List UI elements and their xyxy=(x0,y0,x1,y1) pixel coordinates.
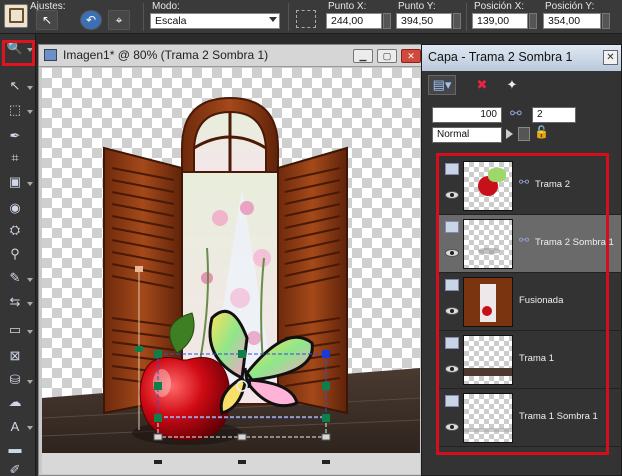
rectangle-tool-icon[interactable]: ▬ xyxy=(4,438,26,458)
selection-icon[interactable]: ⬚ xyxy=(4,100,26,120)
punto-y-label: Punto Y: xyxy=(398,1,436,12)
layers-panel-title[interactable]: Capa - Trama 2 Sombra 1 xyxy=(422,45,621,71)
tool-flyout-arrow-icon[interactable] xyxy=(27,86,33,90)
tool-flyout-arrow-icon[interactable] xyxy=(27,302,33,306)
minimize-button[interactable]: ▁ xyxy=(353,49,373,63)
posicion-y-input[interactable]: 354,00 xyxy=(543,13,601,29)
apple xyxy=(139,356,231,441)
close-button[interactable]: ✕ xyxy=(401,49,421,63)
posicion-x-spinner[interactable] xyxy=(529,13,537,29)
pen-tool-icon[interactable]: ✐ xyxy=(4,460,26,476)
straighten-icon[interactable]: ▣ xyxy=(4,172,26,192)
crop-icon[interactable]: ⌗ xyxy=(4,148,26,168)
flood-fill-icon[interactable]: ⛁ xyxy=(4,370,26,390)
posicion-y-label: Posición Y: xyxy=(545,1,595,12)
reset-icon[interactable]: ↶ xyxy=(80,10,102,30)
active-tool-highlight xyxy=(2,40,35,66)
link-set-icon: ⚯ xyxy=(510,105,522,121)
text-tool-icon[interactable]: A xyxy=(4,416,26,436)
artwork-scene xyxy=(42,96,420,474)
presets-icon[interactable] xyxy=(4,4,28,28)
lighten-darken-icon[interactable]: ⇆ xyxy=(4,292,26,312)
image-canvas[interactable] xyxy=(42,68,420,474)
blend-arrow-icon[interactable] xyxy=(506,129,513,139)
delete-layer-icon[interactable]: ✖ xyxy=(472,75,492,95)
background-eraser-icon[interactable]: ⊠ xyxy=(4,346,26,366)
posicion-x-input[interactable]: 139,00 xyxy=(472,13,528,29)
smudge-icon[interactable]: ☁ xyxy=(4,392,26,412)
lock-transparency-icon[interactable] xyxy=(518,127,530,141)
red-eye-icon[interactable]: ◉ xyxy=(4,198,26,218)
presets-dropdown-button[interactable]: ↖ xyxy=(36,10,58,30)
layers-highlight-box xyxy=(436,153,609,455)
layer-properties-icon[interactable]: ✦ xyxy=(502,75,522,95)
image-window: Imagen1* @ 80% (Trama 2 Sombra 1) ▁ ▢ ✕ xyxy=(38,44,422,476)
pick-tool-icon[interactable]: ↖ xyxy=(4,76,26,96)
paint-brush-icon[interactable]: ✎ xyxy=(4,268,26,288)
blend-mode-select[interactable]: Normal xyxy=(432,127,502,143)
close-icon[interactable]: ✕ xyxy=(603,50,618,65)
tool-flyout-arrow-icon[interactable] xyxy=(27,330,33,334)
punto-x-input[interactable]: 244,00 xyxy=(326,13,382,29)
tool-flyout-arrow-icon[interactable] xyxy=(27,426,33,430)
lock-icon[interactable]: 🔓 xyxy=(534,125,549,139)
modo-label: Modo: xyxy=(152,1,180,12)
eraser-icon[interactable]: ▭ xyxy=(4,320,26,340)
punto-y-spinner[interactable] xyxy=(453,13,461,29)
punto-y-input[interactable]: 394,50 xyxy=(396,13,452,29)
tools-palette: 🔍 ↖ ⬚ ✒ ⌗ ▣ ◉ ⛭ ⚲ ✎ ⇆ ▭ ⊠ ⛁ ☁ A ▬ ✐ xyxy=(0,34,36,476)
tool-flyout-arrow-icon[interactable] xyxy=(27,278,33,282)
punto-x-label: Punto X: xyxy=(328,1,367,12)
floor-strip xyxy=(42,453,420,474)
dropper-icon[interactable]: ✒ xyxy=(4,126,26,146)
maximize-button[interactable]: ▢ xyxy=(377,49,397,63)
image-icon xyxy=(44,49,57,61)
posicion-x-label: Posición X: xyxy=(474,1,525,12)
matrix-icon[interactable] xyxy=(296,10,316,28)
modo-select-value: Escala xyxy=(155,15,187,27)
blend-mode-value: Normal xyxy=(437,129,470,140)
edit-presets-icon[interactable]: ⌖ xyxy=(108,10,130,30)
chevron-down-icon xyxy=(269,17,277,22)
link-set-input[interactable]: 2 xyxy=(532,107,576,123)
tool-options-bar: Ajustes: ↖ ↶ ⌖ Modo: Escala Punto X: 244… xyxy=(0,0,622,34)
opacity-input[interactable]: 100 xyxy=(432,107,502,123)
clone-icon[interactable]: ⛭ xyxy=(4,220,26,240)
modo-select[interactable]: Escala xyxy=(150,13,280,29)
new-layer-icon[interactable]: ▤▾ xyxy=(428,75,456,95)
posicion-y-spinner[interactable] xyxy=(602,13,610,29)
punto-x-spinner[interactable] xyxy=(383,13,391,29)
tool-flyout-arrow-icon[interactable] xyxy=(27,110,33,114)
tool-flyout-arrow-icon[interactable] xyxy=(27,380,33,384)
image-title-text: Imagen1* @ 80% (Trama 2 Sombra 1) xyxy=(63,48,269,62)
tool-flyout-arrow-icon[interactable] xyxy=(27,182,33,186)
scratch-remover-icon[interactable]: ⚲ xyxy=(4,244,26,264)
layers-panel: Capa - Trama 2 Sombra 1 ✕ ▤▾ ✖ ✦ 100 ⚯ 2… xyxy=(421,44,622,476)
